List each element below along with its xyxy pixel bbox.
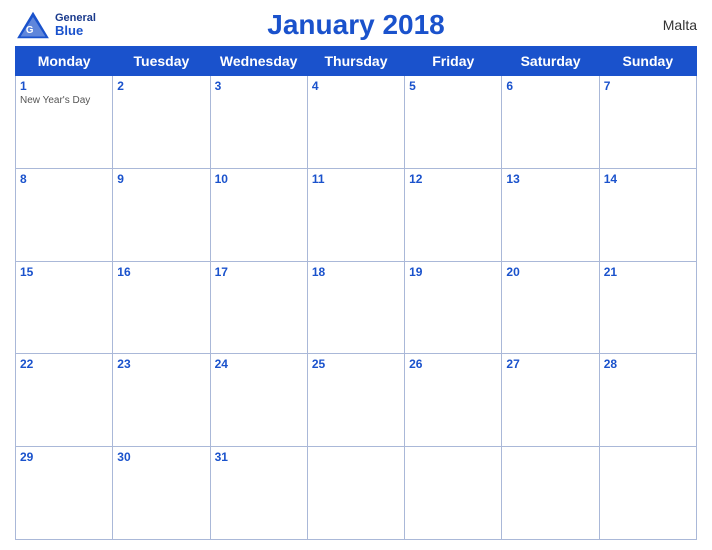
day-number: 23 <box>117 357 205 371</box>
day-number: 12 <box>409 172 497 186</box>
day-number: 30 <box>117 450 205 464</box>
day-number: 26 <box>409 357 497 371</box>
day-number: 31 <box>215 450 303 464</box>
day-number: 4 <box>312 79 400 93</box>
calendar-cell: 10 <box>210 168 307 261</box>
day-number: 9 <box>117 172 205 186</box>
col-friday: Friday <box>405 47 502 76</box>
calendar-cell: 16 <box>113 261 210 354</box>
calendar-cell: 2 <box>113 76 210 169</box>
calendar-cell: 13 <box>502 168 599 261</box>
day-number: 8 <box>20 172 108 186</box>
day-number: 10 <box>215 172 303 186</box>
logo-blue-label: Blue <box>55 24 96 38</box>
logo: G General Blue <box>15 10 105 40</box>
day-number: 11 <box>312 172 400 186</box>
logo-text: General Blue <box>55 12 96 38</box>
day-number: 27 <box>506 357 594 371</box>
calendar-cell: 22 <box>16 354 113 447</box>
calendar-week-row: 29 30 31 <box>16 447 697 540</box>
col-thursday: Thursday <box>307 47 404 76</box>
calendar-cell: 15 <box>16 261 113 354</box>
calendar-cell: 5 <box>405 76 502 169</box>
svg-text:G: G <box>26 25 34 36</box>
calendar-cell <box>502 447 599 540</box>
day-number: 28 <box>604 357 692 371</box>
col-saturday: Saturday <box>502 47 599 76</box>
day-number: 29 <box>20 450 108 464</box>
calendar-week-row: 22 23 24 25 26 27 28 <box>16 354 697 447</box>
calendar-week-row: 89 10 11 12 13 14 <box>16 168 697 261</box>
calendar-cell: 14 <box>599 168 696 261</box>
day-number: 2 <box>117 79 205 93</box>
day-number: 7 <box>604 79 692 93</box>
calendar-cell: 1 New Year's Day <box>16 76 113 169</box>
calendar-header: G General Blue January 2018 Malta <box>15 10 697 40</box>
calendar-cell: 8 <box>16 168 113 261</box>
calendar-header-row: Monday Tuesday Wednesday Thursday Friday… <box>16 47 697 76</box>
calendar-cell: 27 <box>502 354 599 447</box>
calendar-cell: 3 <box>210 76 307 169</box>
day-number: 21 <box>604 265 692 279</box>
day-number: 17 <box>215 265 303 279</box>
calendar-week-row: 15 16 17 18 19 20 21 <box>16 261 697 354</box>
day-number: 20 <box>506 265 594 279</box>
calendar-cell: 6 <box>502 76 599 169</box>
day-number: 19 <box>409 265 497 279</box>
day-number: 3 <box>215 79 303 93</box>
day-number: 18 <box>312 265 400 279</box>
calendar-cell: 4 <box>307 76 404 169</box>
calendar-cell: 7 <box>599 76 696 169</box>
calendar-cell <box>599 447 696 540</box>
calendar-cell: 30 <box>113 447 210 540</box>
calendar-cell: 26 <box>405 354 502 447</box>
calendar-cell: 12 <box>405 168 502 261</box>
col-tuesday: Tuesday <box>113 47 210 76</box>
calendar-cell: 29 <box>16 447 113 540</box>
calendar-cell: 19 <box>405 261 502 354</box>
calendar-table: Monday Tuesday Wednesday Thursday Friday… <box>15 46 697 540</box>
day-number: 1 <box>20 79 108 93</box>
day-number: 25 <box>312 357 400 371</box>
calendar-week-row: 1 New Year's Day 234567 <box>16 76 697 169</box>
calendar-cell: 28 <box>599 354 696 447</box>
calendar-cell: 25 <box>307 354 404 447</box>
col-wednesday: Wednesday <box>210 47 307 76</box>
calendar-cell: 11 <box>307 168 404 261</box>
holiday-label: New Year's Day <box>20 95 108 106</box>
col-monday: Monday <box>16 47 113 76</box>
calendar-cell <box>307 447 404 540</box>
day-number: 5 <box>409 79 497 93</box>
calendar-cell: 23 <box>113 354 210 447</box>
calendar-cell: 31 <box>210 447 307 540</box>
calendar-cell <box>405 447 502 540</box>
country-label: Malta <box>637 17 697 33</box>
calendar-cell: 24 <box>210 354 307 447</box>
day-number: 15 <box>20 265 108 279</box>
logo-svg: G <box>15 10 51 40</box>
calendar-cell: 18 <box>307 261 404 354</box>
day-number: 24 <box>215 357 303 371</box>
day-number: 14 <box>604 172 692 186</box>
calendar-title: January 2018 <box>267 9 444 41</box>
calendar-cell: 20 <box>502 261 599 354</box>
calendar-cell: 21 <box>599 261 696 354</box>
day-number: 6 <box>506 79 594 93</box>
day-number: 22 <box>20 357 108 371</box>
col-sunday: Sunday <box>599 47 696 76</box>
calendar-cell: 9 <box>113 168 210 261</box>
day-number: 13 <box>506 172 594 186</box>
day-number: 16 <box>117 265 205 279</box>
calendar-cell: 17 <box>210 261 307 354</box>
